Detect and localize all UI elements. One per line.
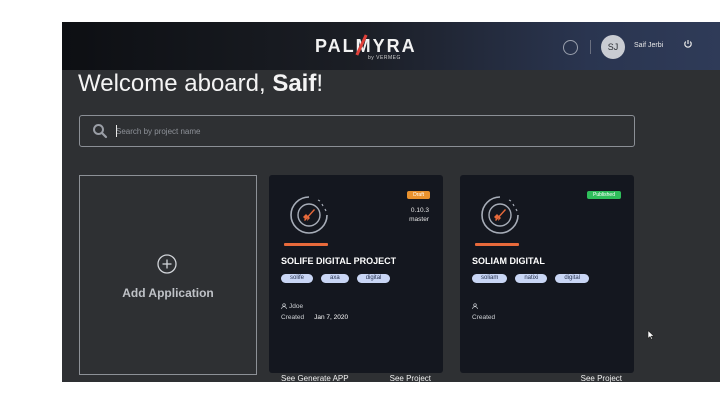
logo-subtitle: by VERMEG (368, 55, 401, 61)
created-info: Created (472, 314, 495, 321)
created-label: Created (281, 314, 305, 321)
version-number: 0.10.3 (410, 207, 429, 214)
search-icon (93, 124, 108, 139)
project-card[interactable]: Draft 0.10.3 master SOLIFE DIGITAL PROJE… (269, 175, 443, 382)
created-info: Created Jan 7, 2020 (281, 314, 348, 321)
tag-list: soliam natixi digital (472, 274, 590, 283)
branch-name: master (409, 216, 429, 223)
mouse-cursor-icon (647, 330, 655, 340)
rocket-icon (290, 196, 328, 234)
rocket-icon (481, 196, 519, 234)
tag-list: solife axa digital (281, 274, 391, 283)
bottom-margin (0, 382, 720, 405)
plus-circle-icon (157, 254, 177, 274)
project-owner: Jdoe (281, 303, 303, 310)
see-project-link[interactable]: See Project (581, 374, 622, 382)
text-caret (116, 125, 117, 137)
accent-bar (284, 243, 328, 246)
welcome-name: Saif (272, 70, 317, 97)
user-icon (472, 303, 478, 309)
search-bar[interactable] (79, 115, 635, 147)
see-generate-app-link[interactable]: See Generate APP (281, 374, 349, 382)
user-name[interactable]: Saif Jerbi (634, 42, 663, 49)
project-title: SOLIAM DIGITAL (472, 256, 545, 266)
accent-bar (475, 243, 519, 246)
created-label: Created (472, 314, 496, 321)
tag[interactable]: digital (356, 274, 391, 283)
app-window: PALMYRA by VERMEG SJ Saif Jerbi Welcome … (62, 22, 720, 382)
tag[interactable]: solife (281, 274, 314, 283)
status-badge: Published (587, 191, 621, 199)
left-margin (0, 22, 62, 70)
status-circle-icon[interactable] (563, 40, 578, 55)
add-application-label: Add Application (122, 286, 214, 300)
welcome-suffix: ! (316, 70, 324, 97)
tag[interactable]: axa (321, 274, 349, 283)
tag[interactable]: natixi (515, 274, 548, 283)
see-project-link[interactable]: See Project (390, 374, 431, 382)
header-divider (590, 40, 591, 54)
tag[interactable]: digital (555, 274, 590, 283)
created-date: Jan 7, 2020 (314, 314, 349, 321)
top-bar: PALMYRA by VERMEG SJ Saif Jerbi (62, 22, 720, 70)
version-info: 0.10.3 master (409, 206, 429, 224)
status-badge: Draft (407, 191, 430, 199)
add-application-card[interactable]: Add Application (79, 175, 257, 375)
search-input[interactable] (116, 123, 616, 139)
avatar[interactable]: SJ (601, 35, 625, 59)
palmyra-logo[interactable]: PALMYRA by VERMEG (315, 34, 415, 61)
project-card[interactable]: Published SOLIAM DIGITAL soliam natixi d… (460, 175, 634, 382)
welcome-prefix: Welcome aboard, (78, 70, 273, 97)
project-title: SOLIFE DIGITAL PROJECT (281, 256, 397, 266)
power-icon[interactable] (682, 38, 694, 50)
tag[interactable]: soliam (472, 274, 508, 283)
project-owner (472, 303, 480, 310)
page-title: Welcome aboard, Saif! (78, 70, 323, 98)
user-icon (281, 303, 287, 309)
owner-name: Jdoe (289, 303, 304, 310)
